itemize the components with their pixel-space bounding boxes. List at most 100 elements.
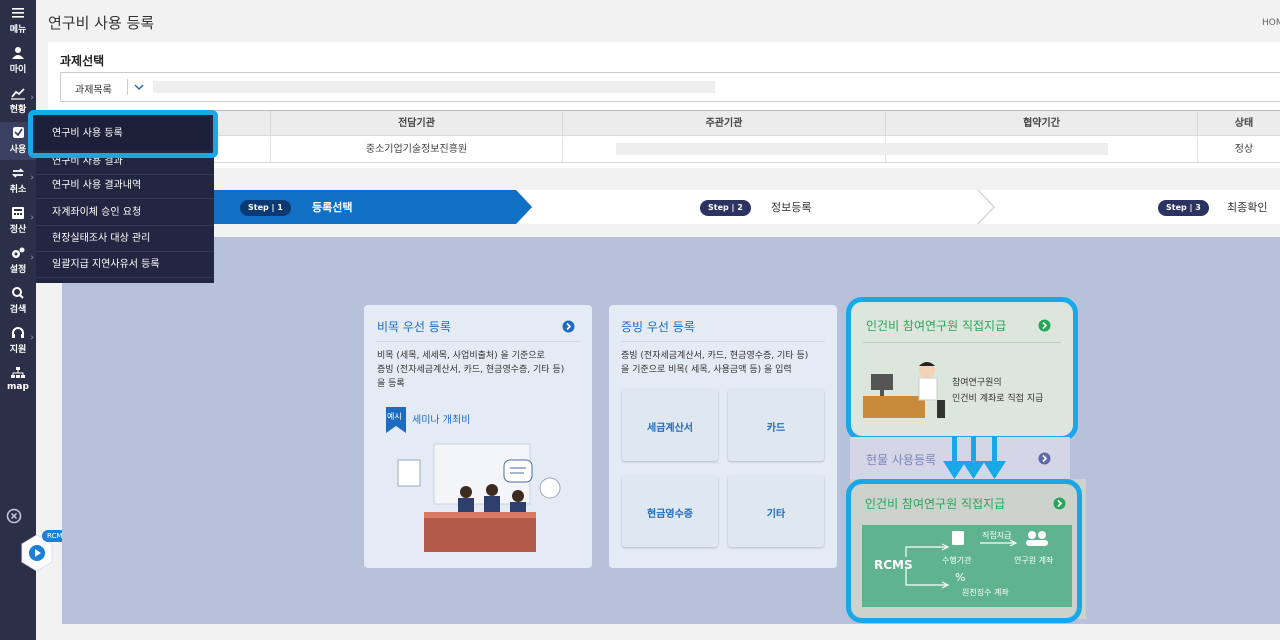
desc-line: 증빙 (전자세금계산서, 카드, 현금영수증, 기타 등) xyxy=(621,351,809,361)
go-icon[interactable] xyxy=(1053,497,1066,510)
chevron-down-icon[interactable] xyxy=(133,81,145,93)
seminar-illustration xyxy=(397,443,561,552)
select-divider xyxy=(127,79,128,95)
tile-label: 기타 xyxy=(766,509,786,520)
example-tag: 예시 xyxy=(387,412,402,421)
nav-label: 설정 xyxy=(9,265,27,275)
step-3-label: 최종확인 xyxy=(1227,201,1268,214)
nav-map[interactable]: map xyxy=(0,362,36,400)
tile-card[interactable]: 카드 xyxy=(728,389,824,461)
chevron-right-icon: › xyxy=(30,93,34,103)
step-number: 1 xyxy=(277,203,283,212)
search-icon xyxy=(12,287,24,299)
down-arrows-annotation xyxy=(943,437,1006,479)
step-1-badge: Step | 1 xyxy=(240,200,291,216)
card-title: 비목 우선 등록 xyxy=(377,320,451,334)
card-title: 현물 사용등록 xyxy=(866,453,937,467)
tile-label: 카드 xyxy=(766,423,786,434)
redacted-cell xyxy=(616,143,1108,155)
checkbox-icon xyxy=(13,127,24,138)
step-badge-text: Step xyxy=(1166,203,1187,212)
nav-menu[interactable]: 메뉴 xyxy=(0,2,36,40)
nav-search[interactable]: 검색 xyxy=(0,282,36,320)
user-icon xyxy=(12,47,24,59)
nav-label: map xyxy=(7,382,29,392)
menu-item-subaccount-approval[interactable]: 자계좌이체 승인 요청 xyxy=(36,200,214,226)
card-desc: 증빙 (전자세금계산서, 카드, 현금영수증, 기타 등) 을 기준으로 비목(… xyxy=(621,349,835,377)
desc-line: 인건비 계좌로 직접 지급 xyxy=(952,394,1044,404)
card-evidence-first[interactable]: 증빙 우선 등록 증빙 (전자세금계산서, 카드, 현금영수증, 기타 등) 을… xyxy=(609,305,837,568)
menu-item-delay-report[interactable]: 일괄지급 지연사유서 등록 xyxy=(36,252,214,278)
nav-label: 취소 xyxy=(9,185,27,195)
nav-my[interactable]: 마이 xyxy=(0,42,36,80)
go-icon[interactable] xyxy=(562,320,575,333)
desc-line: 참여연구원의 xyxy=(952,378,1002,388)
flow-diagram: RCMS % 수행기관 직접지급 연구원 계좌 원천징수 계좌 xyxy=(862,525,1072,607)
nav-settle[interactable]: 정산 › xyxy=(0,202,36,240)
nav-cancel[interactable]: 취소 › xyxy=(0,162,36,200)
column-period: 협약기간 xyxy=(885,111,1197,136)
nav-support[interactable]: 지원 › xyxy=(0,322,36,360)
step-badge-text: Step xyxy=(248,203,269,212)
desc-line: 증빙 (전자세금계산서, 카드, 현금영수증, 기타 등) xyxy=(377,365,565,375)
nav-label: 마이 xyxy=(9,65,27,75)
tile-tax-invoice[interactable]: 세금계산서 xyxy=(622,389,718,461)
flow-researcher: 연구원 계좌 xyxy=(1014,556,1054,565)
menu-item-use-register-highlight[interactable]: 연구비 사용 등록 xyxy=(28,110,218,158)
cell-status: 정상 xyxy=(1197,137,1280,162)
project-select[interactable]: 과제목록 xyxy=(60,72,1280,102)
chevron-right-icon: › xyxy=(30,253,34,263)
flow-direct: 직접지급 xyxy=(982,531,1012,540)
tile-cash-receipt[interactable]: 현금영수증 xyxy=(622,475,718,547)
section-title: 과제선택 xyxy=(60,54,105,68)
tile-label: 세금계산서 xyxy=(647,423,693,434)
go-icon[interactable] xyxy=(1038,452,1051,465)
nav-settings[interactable]: 설정 › xyxy=(0,242,36,280)
card-desc: 참여연구원의 인건비 계좌로 직접 지급 xyxy=(952,375,1043,407)
menu-item-use-register[interactable]: 연구비 사용 등록 xyxy=(36,118,210,150)
desc-line: 을 기준으로 비목( 세목, 사용금액 등) 을 입력 xyxy=(621,365,792,375)
desc-line: 을 등록 xyxy=(377,379,405,389)
nav-label: 검색 xyxy=(9,305,27,315)
cell-agency: 중소기업기술정보진흥원 xyxy=(270,137,562,162)
card-labor-direct-pay[interactable]: 인건비 참여연구원 직접지급 참여연구원의 인건비 계좌로 직접 지급 xyxy=(846,297,1078,441)
card-divider xyxy=(621,341,825,342)
breadcrumb-home[interactable]: HOM xyxy=(1262,18,1280,28)
table-divider xyxy=(60,162,1280,163)
step-number: 2 xyxy=(737,203,743,212)
tile-other[interactable]: 기타 xyxy=(728,475,824,547)
chevron-right-icon: › xyxy=(30,173,34,183)
step-indicator: Step | 1 등록선택 Step | 2 정보등록 Step | 3 최종확… xyxy=(214,190,1280,224)
card-desc: 비목 (세목, 세세목, 사업비출처) 을 기준으로 증빙 (전자세금계산서, … xyxy=(377,349,587,391)
card-bimok-first[interactable]: 비목 우선 등록 비목 (세목, 세세목, 사업비출처) 을 기준으로 증빙 (… xyxy=(364,305,592,568)
researcher-illustration xyxy=(863,362,945,418)
calculator-icon xyxy=(12,207,24,219)
column-agency: 전담기관 xyxy=(270,111,562,136)
card-title: 인건비 참여연구원 직접지급 xyxy=(866,319,1007,333)
refresh-icon xyxy=(11,168,25,178)
menu-item-result-list[interactable]: 연구비 사용 결과내역 xyxy=(36,173,214,199)
close-icon[interactable] xyxy=(6,508,22,524)
chevron-right-icon: › xyxy=(30,213,34,223)
go-icon[interactable] xyxy=(1038,319,1051,332)
tile-label: 현금영수증 xyxy=(647,509,693,520)
flow-org: 수행기관 xyxy=(942,556,972,565)
nav-label: 메뉴 xyxy=(9,25,27,35)
menu-item-onsite-survey[interactable]: 현장실태조사 대상 관리 xyxy=(36,226,214,252)
desc-line: 비목 (세목, 세세목, 사업비출처) 을 기준으로 xyxy=(377,351,545,361)
step-3-badge: Step | 3 xyxy=(1158,200,1209,216)
step-badge-text: Step xyxy=(708,203,729,212)
card-divider xyxy=(376,341,580,342)
hamburger-icon xyxy=(12,8,24,18)
column-host: 주관기관 xyxy=(562,111,885,136)
step-2-badge: Step | 2 xyxy=(700,200,751,216)
gear-icon xyxy=(12,247,25,258)
step-number: 3 xyxy=(1195,203,1201,212)
table-header: 전담기관 주관기관 협약기간 상태 xyxy=(60,111,1280,136)
chart-icon xyxy=(11,88,25,100)
project-table: 전담기관 주관기관 협약기간 상태 중소기업기술정보진흥원 정상 xyxy=(60,110,1280,163)
nav-label: 지원 xyxy=(9,345,27,355)
flow-tax: 원천징수 계좌 xyxy=(962,588,1009,597)
step-2-label: 정보등록 xyxy=(771,201,812,214)
sitemap-icon xyxy=(11,367,25,378)
